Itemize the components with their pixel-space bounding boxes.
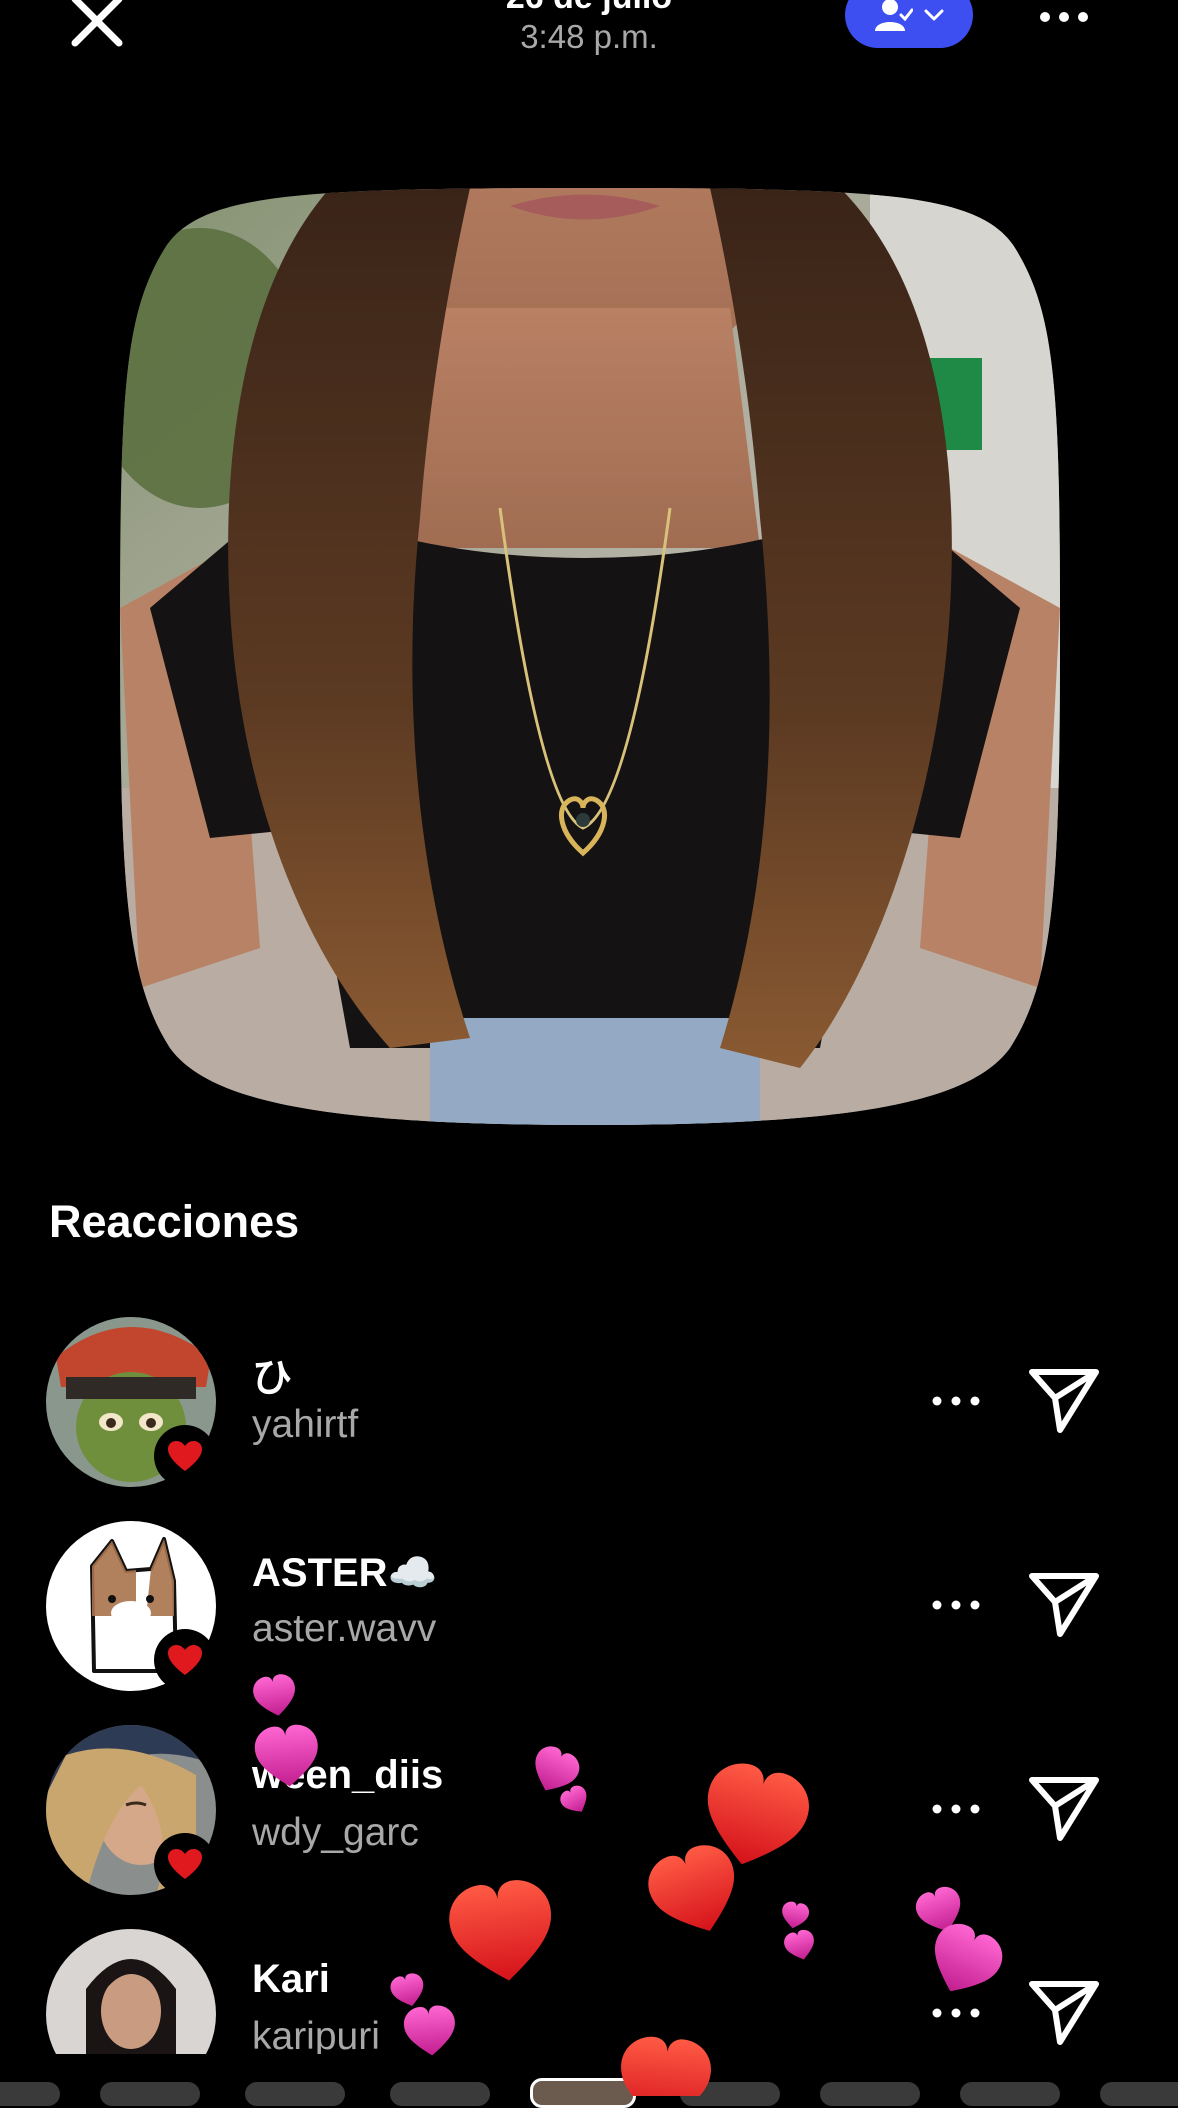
reaction-username: karipuri xyxy=(252,2015,380,2054)
reaction-row[interactable]: ween_diis wdy_garc xyxy=(0,1725,1178,1900)
more-horizontal-icon xyxy=(932,1804,980,1814)
send-icon xyxy=(1029,1369,1099,1433)
reaction-display-name: ween_diis xyxy=(252,1753,444,1797)
story-time: 3:48 p.m. xyxy=(520,18,658,55)
story-thumbnail[interactable] xyxy=(245,2082,345,2106)
reaction-display-name: Kari xyxy=(252,1957,330,2001)
story-date: 26 de julio xyxy=(0,0,1178,17)
audience-button[interactable] xyxy=(845,0,973,48)
reaction-display-name: ひ xyxy=(252,1356,292,1400)
more-horizontal-icon xyxy=(1040,12,1088,22)
story-thumbnail-tray[interactable] xyxy=(0,2078,1178,2108)
send-message-button[interactable] xyxy=(1026,1362,1102,1438)
heart-icon xyxy=(779,1900,811,1931)
row-options-button[interactable] xyxy=(926,1389,986,1413)
reaction-row[interactable]: Kari karipuri xyxy=(0,1929,1178,2054)
story-thumbnail[interactable] xyxy=(820,2082,920,2106)
reaction-row[interactable]: ASTER☁️ aster.wavv xyxy=(0,1521,1178,1696)
reaction-username: aster.wavv xyxy=(252,1607,437,1650)
heart-icon xyxy=(168,1849,202,1879)
heart-icon xyxy=(168,1645,202,1675)
reactions-title: Reacciones xyxy=(49,1196,300,1247)
more-horizontal-icon xyxy=(932,1600,980,1610)
send-message-button[interactable] xyxy=(1026,1974,1102,2050)
story-thumbnail[interactable] xyxy=(960,2082,1060,2106)
story-thumbnail[interactable] xyxy=(100,2082,200,2106)
more-horizontal-icon xyxy=(932,2008,980,2018)
avatar[interactable] xyxy=(46,1929,216,2054)
send-message-button[interactable] xyxy=(1026,1770,1102,1846)
reaction-heart-badge xyxy=(154,1425,216,1487)
reaction-row[interactable]: ひ yahirtf xyxy=(0,1317,1178,1492)
story-thumbnail[interactable] xyxy=(1100,2082,1178,2106)
send-message-button[interactable] xyxy=(1026,1566,1102,1642)
story-thumbnail[interactable] xyxy=(0,2082,60,2106)
reaction-username: wdy_garc xyxy=(252,1811,419,1854)
send-icon xyxy=(1029,1981,1099,2045)
reaction-heart-badge xyxy=(154,1833,216,1895)
reaction-row-clip: Kari karipuri xyxy=(0,1929,1178,2054)
more-horizontal-icon xyxy=(932,1396,980,1406)
reaction-heart-badge xyxy=(154,1629,216,1691)
row-options-button[interactable] xyxy=(926,1593,986,1617)
row-options-button[interactable] xyxy=(926,1797,986,1821)
story-photo[interactable] xyxy=(0,188,1178,1125)
options-button[interactable] xyxy=(1034,2,1094,32)
story-thumbnail[interactable] xyxy=(680,2082,780,2106)
row-options-button[interactable] xyxy=(926,2001,986,2025)
story-thumbnail-current[interactable] xyxy=(530,2078,636,2108)
heart-icon xyxy=(168,1441,202,1471)
chevron-down-icon xyxy=(924,9,944,21)
reaction-username: yahirtf xyxy=(252,1403,359,1446)
story-thumbnail[interactable] xyxy=(390,2082,490,2106)
send-icon xyxy=(1029,1777,1099,1841)
person-icon xyxy=(875,0,913,31)
send-icon xyxy=(1029,1573,1099,1637)
reaction-display-name: ASTER☁️ xyxy=(252,1551,438,1595)
